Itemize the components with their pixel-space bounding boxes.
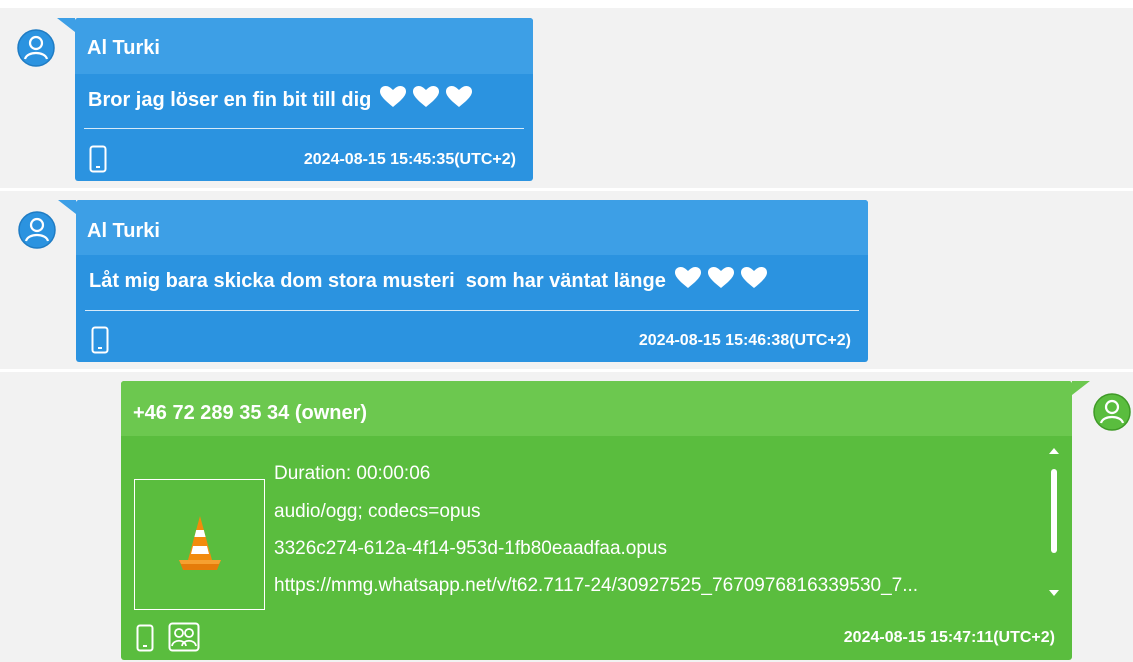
scroll-down-arrow-icon[interactable] [1047, 587, 1061, 599]
bubble-tail [58, 200, 76, 214]
vlc-cone-icon [179, 516, 221, 570]
bubble-tail [57, 18, 75, 32]
bubble-divider [84, 128, 524, 129]
message-bubble[interactable]: Al Turki Bror jag löser en fin bit till … [75, 18, 533, 181]
message-timestamp: 2024-08-15 15:46:38(UTC+2) [638, 332, 851, 349]
owner-avatar-icon [1093, 393, 1131, 431]
sender-name: +46 72 289 35 34 (owner) [133, 402, 368, 424]
message-text-content: Bror jag löser en fin bit till dig [88, 89, 372, 111]
message-text: Låt mig bara skicka dom stora musteri so… [89, 266, 768, 296]
white-heart-icon [674, 266, 768, 296]
contacts-icon [168, 622, 200, 652]
attachment-filename: 3326c274-612a-4f14-953d-1fb80eaadfaa.opu… [274, 538, 667, 559]
scrollbar-thumb[interactable] [1051, 469, 1057, 553]
sender-name: Al Turki [87, 37, 160, 59]
message-timestamp: 2024-08-15 15:47:11(UTC+2) [843, 629, 1055, 646]
attachment-thumbnail[interactable] [134, 479, 265, 610]
scrollbar[interactable] [1047, 445, 1061, 605]
user-avatar-icon [17, 29, 55, 67]
attachment-url[interactable]: https://mmg.whatsapp.net/v/t62.7117-24/3… [274, 575, 918, 597]
attachment-mime: audio/ogg; codecs=opus [274, 501, 481, 522]
message-timestamp: 2024-08-15 15:45:35(UTC+2) [303, 151, 516, 168]
user-avatar-icon [18, 211, 56, 249]
phone-icon [89, 145, 107, 173]
scroll-up-arrow-icon[interactable] [1047, 445, 1061, 457]
message-text: Bror jag löser en fin bit till dig [88, 85, 473, 115]
bubble-header [76, 200, 868, 255]
message-bubble[interactable]: Al Turki Låt mig bara skicka dom stora m… [76, 200, 868, 362]
phone-icon [136, 624, 154, 652]
sender-name: Al Turki [87, 220, 160, 242]
bubble-divider [85, 310, 859, 311]
bubble-tail [1072, 381, 1090, 395]
white-heart-icon [379, 85, 473, 115]
phone-icon [91, 326, 109, 354]
attachment-duration: Duration: 00:00:06 [274, 463, 431, 484]
message-text-content: Låt mig bara skicka dom stora musteri so… [89, 270, 666, 292]
message-bubble[interactable]: +46 72 289 35 34 (owner) Duration: 00:00… [121, 381, 1072, 660]
